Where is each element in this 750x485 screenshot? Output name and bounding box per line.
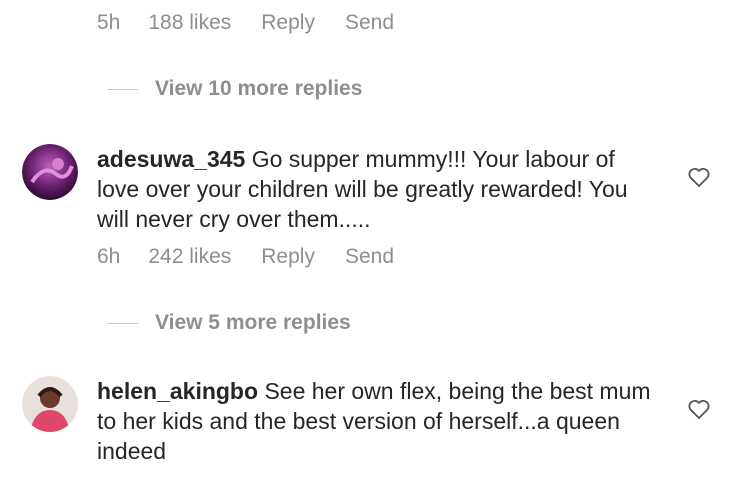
avatar[interactable]: [22, 144, 78, 200]
likes-count[interactable]: 242 likes: [148, 245, 231, 269]
timestamp: 5h: [97, 11, 121, 34]
comment-meta-row: 6h 242 likes Reply Send: [97, 245, 424, 269]
view-more-replies[interactable]: View 10 more replies: [108, 77, 362, 101]
reply-button[interactable]: Reply: [261, 11, 315, 35]
heart-outline-icon[interactable]: [687, 166, 711, 188]
reply-divider-line: [108, 322, 138, 324]
reply-divider-line: [108, 88, 138, 90]
avatar[interactable]: [22, 376, 78, 432]
likes-count[interactable]: 188 likes: [148, 11, 231, 35]
view-more-replies[interactable]: View 5 more replies: [108, 311, 351, 335]
comment-body: adesuwa_345 Go supper mummy!!! Your labo…: [97, 144, 657, 234]
comment-meta-row: 5h 188 likes Reply Send: [97, 11, 424, 35]
reply-button[interactable]: Reply: [261, 245, 315, 269]
timestamp: 6h: [97, 245, 121, 268]
username[interactable]: adesuwa_345: [97, 146, 245, 172]
send-button[interactable]: Send: [345, 245, 394, 269]
heart-outline-icon[interactable]: [687, 398, 711, 420]
view-replies-label[interactable]: View 10 more replies: [155, 77, 362, 101]
username[interactable]: helen_akingbo: [97, 378, 258, 404]
send-button[interactable]: Send: [345, 11, 394, 35]
view-replies-label[interactable]: View 5 more replies: [155, 311, 351, 335]
comment-body: helen_akingbo See her own flex, being th…: [97, 376, 657, 466]
